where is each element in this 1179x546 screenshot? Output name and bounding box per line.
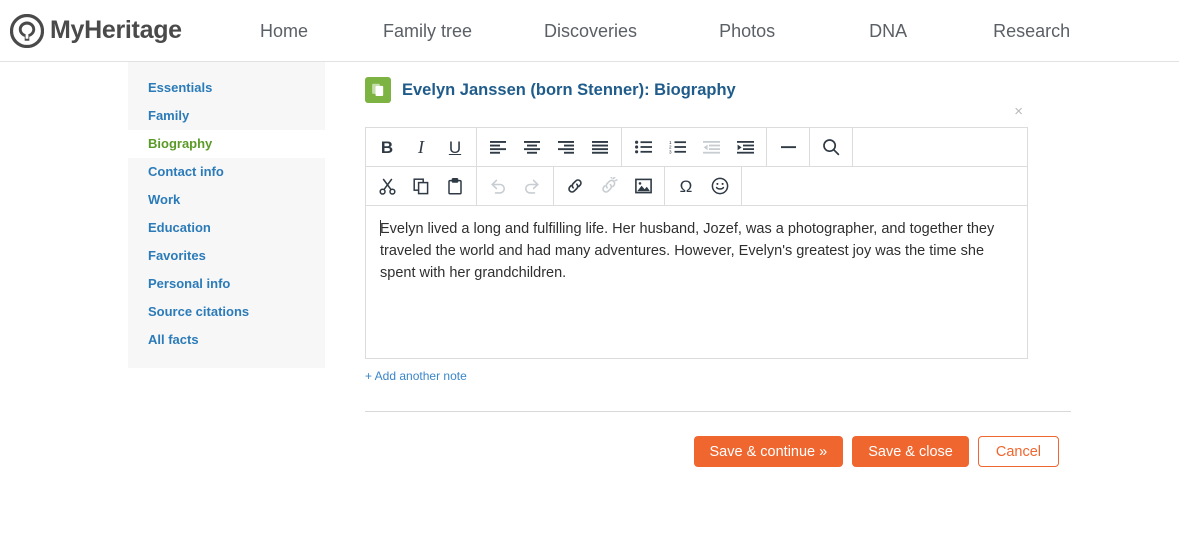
add-another-note-link[interactable]: + Add another note — [365, 369, 467, 383]
align-left-icon[interactable] — [481, 129, 515, 166]
indent-icon[interactable] — [728, 129, 762, 166]
rich-text-editor: B I U 1 2 3 Ω Evelyn lived a long and fu… — [365, 127, 1028, 359]
emoji-icon[interactable] — [703, 168, 737, 205]
horizontal-rule-icon[interactable] — [771, 129, 805, 166]
save-and-continue-button[interactable]: Save & continue » — [693, 436, 844, 467]
numbered-list-icon[interactable]: 123 — [660, 129, 694, 166]
biography-text-area[interactable]: Evelyn lived a long and fulfilling life.… — [366, 206, 1027, 358]
link-icon[interactable] — [558, 168, 592, 205]
outdent-icon[interactable] — [694, 129, 728, 166]
toolbar-group-symbols: Ω — [665, 167, 742, 205]
insert-image-icon[interactable] — [626, 168, 660, 205]
sidebar-item-source-citations[interactable]: Source citations — [128, 298, 325, 326]
bullet-list-icon[interactable] — [626, 129, 660, 166]
redo-icon[interactable] — [515, 168, 549, 205]
toolbar-group-clipboard — [366, 167, 477, 205]
sidebar-item-work[interactable]: Work — [128, 186, 325, 214]
omega-glyph: Ω — [679, 176, 693, 196]
italic-icon[interactable]: I — [404, 129, 438, 166]
sidebar-item-all-facts[interactable]: All facts — [128, 326, 325, 354]
copy-icon[interactable] — [404, 168, 438, 205]
nav-item-photos[interactable]: Photos — [719, 22, 775, 40]
myheritage-tree-logo-icon — [9, 13, 45, 48]
align-right-icon[interactable] — [549, 129, 583, 166]
footer-divider — [365, 411, 1071, 412]
brand-name: MyHeritage — [50, 16, 182, 44]
close-row: × — [365, 104, 1071, 122]
document-pages-icon — [365, 77, 391, 103]
sidebar-item-favorites[interactable]: Favorites — [128, 242, 325, 270]
sidebar-item-personal-info[interactable]: Personal info — [128, 270, 325, 298]
nav-item-family-tree[interactable]: Family tree — [383, 22, 472, 40]
nav-item-home[interactable]: Home — [260, 22, 308, 40]
save-and-close-button[interactable]: Save & close — [852, 436, 969, 467]
underline-glyph: U — [448, 137, 462, 157]
bold-icon[interactable]: B — [370, 129, 404, 166]
sidebar-item-biography[interactable]: Biography — [128, 130, 325, 158]
special-character-icon[interactable]: Ω — [669, 168, 703, 205]
svg-text:3: 3 — [669, 149, 672, 154]
toolbar-group-rule — [767, 128, 810, 166]
nav-links: Home Family tree Discoveries Photos DNA … — [200, 0, 1179, 61]
toolbar-group-search — [810, 128, 853, 166]
nav-item-dna[interactable]: DNA — [869, 22, 907, 40]
nav-item-discoveries[interactable]: Discoveries — [544, 22, 637, 40]
toolbar-group-text-style: B I U — [366, 128, 477, 166]
toolbar-group-lists: 123 — [622, 128, 767, 166]
sidebar-item-contact-info[interactable]: Contact info — [128, 158, 325, 186]
page-body: Essentials Family Biography Contact info… — [0, 62, 1179, 546]
sidebar-nav: Essentials Family Biography Contact info… — [128, 62, 325, 368]
paste-icon[interactable] — [438, 168, 472, 205]
underline-icon[interactable]: U — [438, 129, 472, 166]
nav-item-research[interactable]: Research — [993, 22, 1070, 40]
brand-logo[interactable]: MyHeritage — [0, 13, 200, 48]
toolbar-group-alignment — [477, 128, 622, 166]
align-justify-icon[interactable] — [583, 129, 617, 166]
toolbar-group-insert — [554, 167, 665, 205]
page-title-row: Evelyn Janssen (born Stenner): Biography — [365, 62, 1071, 104]
biography-text: Evelyn lived a long and fulfilling life.… — [380, 221, 995, 281]
sidebar-item-family[interactable]: Family — [128, 102, 325, 130]
search-icon[interactable] — [814, 129, 848, 166]
cut-icon[interactable] — [370, 168, 404, 205]
footer-button-row: Save & continue » Save & close Cancel — [365, 436, 1059, 467]
align-center-icon[interactable] — [515, 129, 549, 166]
undo-icon[interactable] — [481, 168, 515, 205]
unlink-icon[interactable] — [592, 168, 626, 205]
italic-glyph: I — [418, 137, 424, 157]
main-content: Evelyn Janssen (born Stenner): Biography… — [365, 62, 1071, 467]
toolbar-group-history — [477, 167, 554, 205]
sidebar-item-essentials[interactable]: Essentials — [128, 74, 325, 102]
editor-toolbar-row-2: Ω — [366, 167, 1027, 206]
editor-toolbar-row-1: B I U 1 2 3 — [366, 128, 1027, 167]
bold-glyph: B — [380, 137, 394, 157]
sidebar-item-education[interactable]: Education — [128, 214, 325, 242]
cancel-button[interactable]: Cancel — [977, 436, 1059, 467]
page-title: Evelyn Janssen (born Stenner): Biography — [402, 80, 736, 99]
top-navigation-bar: MyHeritage Home Family tree Discoveries … — [0, 0, 1179, 62]
close-icon[interactable]: × — [1014, 104, 1023, 119]
